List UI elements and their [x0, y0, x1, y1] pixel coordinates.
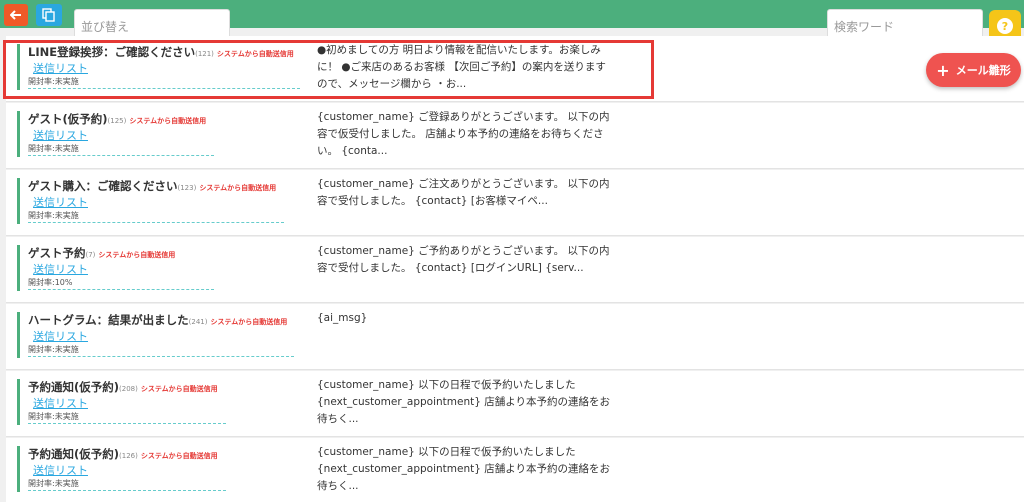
template-title: LINE登録挨拶：ご確認ください(121) システムから自動送信用 — [28, 45, 294, 59]
message-preview: {customer_name} 以下の日程で仮予約いたしました {next_cu… — [317, 446, 611, 492]
template-title: ゲスト(仮予約)(125) システムから自動送信用 — [28, 112, 207, 126]
send-list-link[interactable]: 送信リスト — [33, 395, 88, 411]
open-rate: 開封率:未実施 — [28, 345, 79, 354]
open-rate: 開封率:10% — [28, 278, 73, 287]
list-item[interactable]: ゲスト購入：ご確認ください(123) システムから自動送信用 送信リスト 開封率:… — [6, 170, 1024, 236]
send-count: (123) — [177, 184, 197, 192]
send-count: (241) — [188, 318, 208, 326]
arrow-left-icon — [10, 10, 21, 20]
send-count: (126) — [119, 452, 138, 460]
template-title: ゲスト購入：ご確認ください(123) システムから自動送信用 — [28, 179, 277, 193]
back-button[interactable] — [4, 4, 28, 26]
divider — [28, 88, 300, 89]
list-item[interactable]: ゲスト(仮予約)(125) システムから自動送信用 送信リスト 開封率:未実施 {… — [6, 103, 1024, 169]
divider — [28, 490, 226, 491]
list-item[interactable]: 予約通知(仮予約)(208) システムから自動送信用 送信リスト 開封率:未実施 … — [6, 371, 1024, 437]
list-item[interactable]: LINE登録挨拶：ご確認ください(121) システムから自動送信用 送信リスト 開… — [6, 36, 1024, 102]
auto-send-badge: システムから自動送信用 — [140, 452, 218, 460]
divider — [28, 423, 226, 424]
new-mail-template-button[interactable]: + メール雛形 — [926, 53, 1021, 87]
list-item[interactable]: ハートグラム：結果が出ました(241) システムから自動送信用 送信リスト 開封率… — [6, 304, 1024, 370]
message-preview: {customer_name} 以下の日程で仮予約いたしました {next_cu… — [317, 379, 611, 425]
copy-icon — [42, 8, 55, 22]
auto-send-badge: システムから自動送信用 — [199, 184, 277, 192]
auto-send-badge: システムから自動送信用 — [210, 318, 288, 326]
new-mail-template-label: メール雛形 — [955, 64, 1011, 77]
row-accent — [17, 379, 20, 425]
open-rate: 開封率:未実施 — [28, 77, 79, 86]
message-preview: {customer_name} ご登録ありがとうございます。 以下の内容で仮受付… — [317, 111, 610, 157]
plus-icon: + — [936, 60, 950, 80]
message-preview: {customer_name} ご予約ありがとうございます。 以下の内容で受付し… — [317, 245, 610, 274]
message-preview: {ai_msg} — [317, 312, 368, 324]
auto-send-badge: システムから自動送信用 — [129, 117, 207, 125]
send-count: (125) — [107, 117, 127, 125]
row-accent — [17, 111, 20, 157]
open-rate: 開封率:未実施 — [28, 479, 79, 488]
template-title: 予約通知(仮予約)(208) システムから自動送信用 — [28, 380, 218, 394]
auto-send-badge: システムから自動送信用 — [140, 385, 218, 393]
send-count: (208) — [119, 385, 138, 393]
template-list: LINE登録挨拶：ご確認ください(121) システムから自動送信用 送信リスト 開… — [6, 36, 1024, 502]
send-list-link[interactable]: 送信リスト — [33, 328, 88, 344]
list-item[interactable]: 予約通知(仮予約)(126) システムから自動送信用 送信リスト 開封率:未実施 … — [6, 438, 1024, 502]
open-rate: 開封率:未実施 — [28, 211, 79, 220]
template-title: ハートグラム：結果が出ました(241) システムから自動送信用 — [28, 313, 288, 327]
divider — [28, 155, 214, 156]
row-accent — [17, 245, 20, 291]
row-accent — [17, 312, 20, 358]
help-icon: ? — [997, 18, 1013, 34]
divider — [28, 289, 214, 290]
send-list-link[interactable]: 送信リスト — [33, 194, 88, 210]
message-preview: ●初めましての方 明日より情報を配信いたします。お楽しみに！ ●ご来店のあるお客… — [317, 44, 606, 90]
auto-send-badge: システムから自動送信用 — [216, 50, 294, 58]
send-list-link[interactable]: 送信リスト — [33, 60, 88, 76]
template-title: ゲスト予約(7) システムから自動送信用 — [28, 246, 176, 260]
auto-send-badge: システムから自動送信用 — [98, 251, 176, 259]
divider — [28, 222, 284, 223]
row-accent — [17, 178, 20, 224]
row-accent — [17, 44, 20, 90]
open-rate: 開封率:未実施 — [28, 144, 79, 153]
message-preview: {customer_name} ご注文ありがとうございます。 以下の内容で受付し… — [317, 178, 610, 207]
send-count: (7) — [85, 251, 96, 259]
send-count: (121) — [195, 50, 214, 58]
list-item[interactable]: ゲスト予約(7) システムから自動送信用 送信リスト 開封率:10% {custo… — [6, 237, 1024, 303]
send-list-link[interactable]: 送信リスト — [33, 127, 88, 143]
copy-button[interactable] — [36, 4, 62, 26]
divider — [28, 356, 294, 357]
template-title: 予約通知(仮予約)(126) システムから自動送信用 — [28, 447, 218, 461]
open-rate: 開封率:未実施 — [28, 412, 79, 421]
send-list-link[interactable]: 送信リスト — [33, 462, 88, 478]
row-accent — [17, 446, 20, 492]
send-list-link[interactable]: 送信リスト — [33, 261, 88, 277]
